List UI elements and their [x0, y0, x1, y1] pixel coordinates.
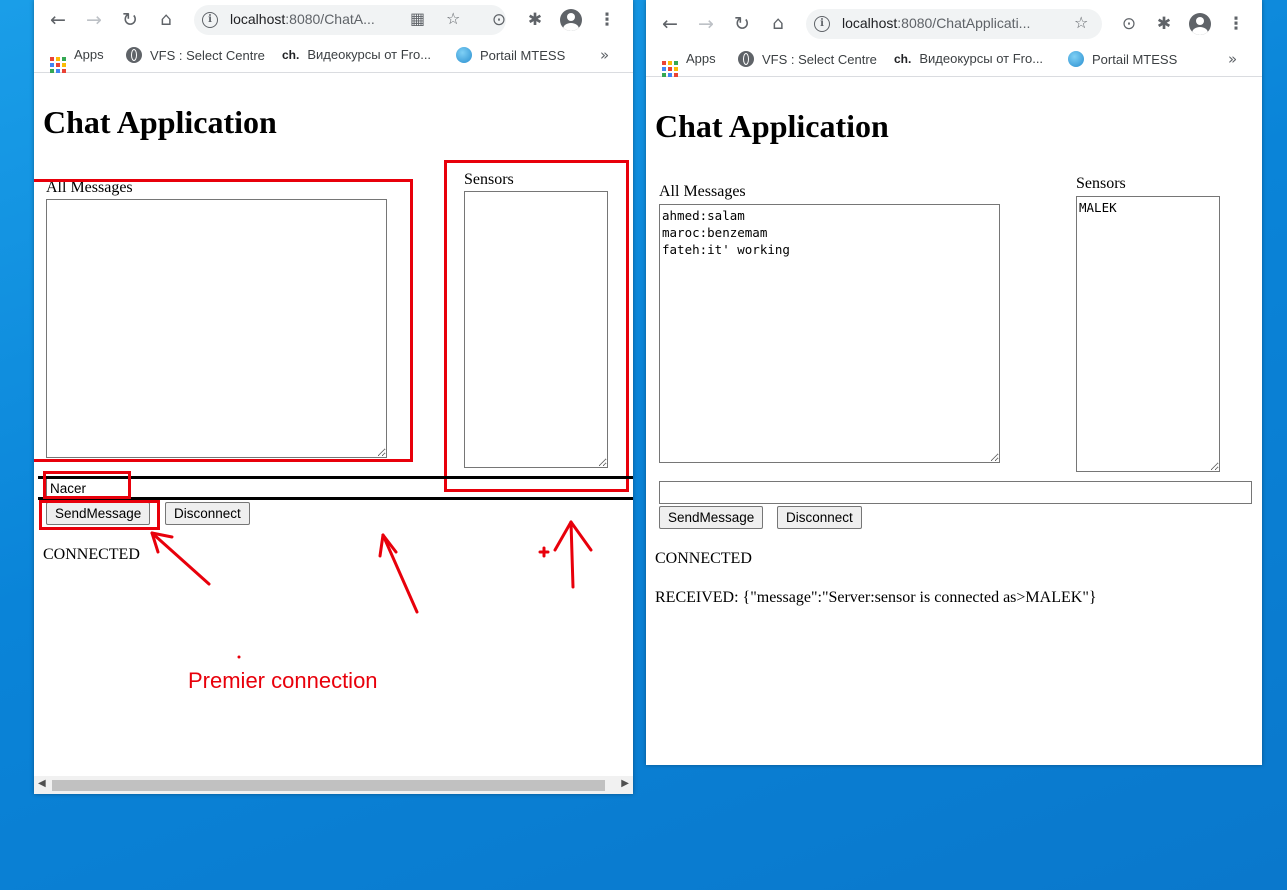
bookmark-apps[interactable]: Apps — [662, 51, 716, 77]
all-messages-label: All Messages — [659, 183, 746, 200]
profile-avatar-icon[interactable] — [1189, 13, 1211, 35]
disconnect-button[interactable]: Disconnect — [777, 506, 862, 529]
url-text: localhost:8080/ChatApplicati... — [842, 15, 1031, 31]
sensors-label: Sensors — [1076, 175, 1126, 192]
scroll-right-icon[interactable]: ▶ — [621, 778, 629, 789]
extensions-puzzle-icon[interactable]: ✱ — [1152, 12, 1176, 36]
extension-sync-icon[interactable]: ⊙ — [1117, 12, 1141, 36]
portail-icon — [1068, 51, 1084, 67]
all-messages-textarea[interactable]: ahmed:salam maroc:benzemam fateh:it' wor… — [659, 204, 1000, 463]
send-message-button[interactable]: SendMessage — [659, 506, 764, 529]
scrollbar-thumb[interactable] — [52, 780, 605, 791]
address-bar[interactable]: i localhost:8080/ChatApplicati... ☆ — [806, 9, 1102, 39]
bookmarks-more-icon[interactable]: » — [1228, 50, 1237, 68]
bookmark-portail[interactable]: Portail MTESS — [1068, 51, 1177, 67]
site-info-icon[interactable]: i — [814, 16, 830, 32]
received-message: RECEIVED: {"message":"Server:sensor is c… — [655, 589, 1097, 606]
globe-icon — [738, 51, 754, 67]
connection-status: CONNECTED — [655, 550, 752, 567]
bookmarks-bar: Apps VFS : Select Centre ch. Видеокурсы о… — [646, 44, 1262, 77]
forward-arrow-icon[interactable]: → — [694, 12, 718, 36]
message-input[interactable] — [659, 481, 1252, 504]
bookmark-ch[interactable]: ch. Видеокурсы от Fro... — [894, 51, 1043, 66]
ch-logo-icon: ch. — [894, 52, 912, 66]
page-content: Chat Application All Messages ahmed:sala… — [646, 82, 1262, 765]
reload-icon[interactable]: ↻ — [730, 12, 754, 36]
arrow-to-sensors — [569, 520, 575, 589]
browser-window-right: ← → ↻ ⌂ i localhost:8080/ChatApplicati..… — [646, 0, 1262, 765]
bookmark-vfs[interactable]: VFS : Select Centre — [738, 51, 877, 67]
arrow-to-send — [150, 531, 211, 586]
scroll-left-icon[interactable]: ◀ — [38, 778, 46, 789]
horizontal-scrollbar[interactable]: ◀ ▶ — [34, 776, 633, 794]
sensors-textarea[interactable]: MALEK — [1076, 196, 1220, 472]
bookmark-star-icon[interactable]: ☆ — [1074, 13, 1088, 32]
page-title: Chat Application — [655, 108, 889, 144]
browser-window-left: ← → ↻ ⌂ i localhost:8080/ChatA... ▦ ☆ ⊙ … — [34, 0, 633, 794]
browser-toolbar: ← → ↻ ⌂ i localhost:8080/ChatApplicati..… — [646, 4, 1262, 44]
arrow-to-input — [381, 533, 419, 614]
apps-grid-icon — [662, 61, 678, 77]
back-arrow-icon[interactable]: ← — [658, 12, 682, 36]
annotation-caption: Premier connection — [188, 668, 378, 693]
browser-menu-icon[interactable]: ⋮ — [1224, 12, 1248, 36]
home-icon[interactable]: ⌂ — [766, 12, 790, 36]
